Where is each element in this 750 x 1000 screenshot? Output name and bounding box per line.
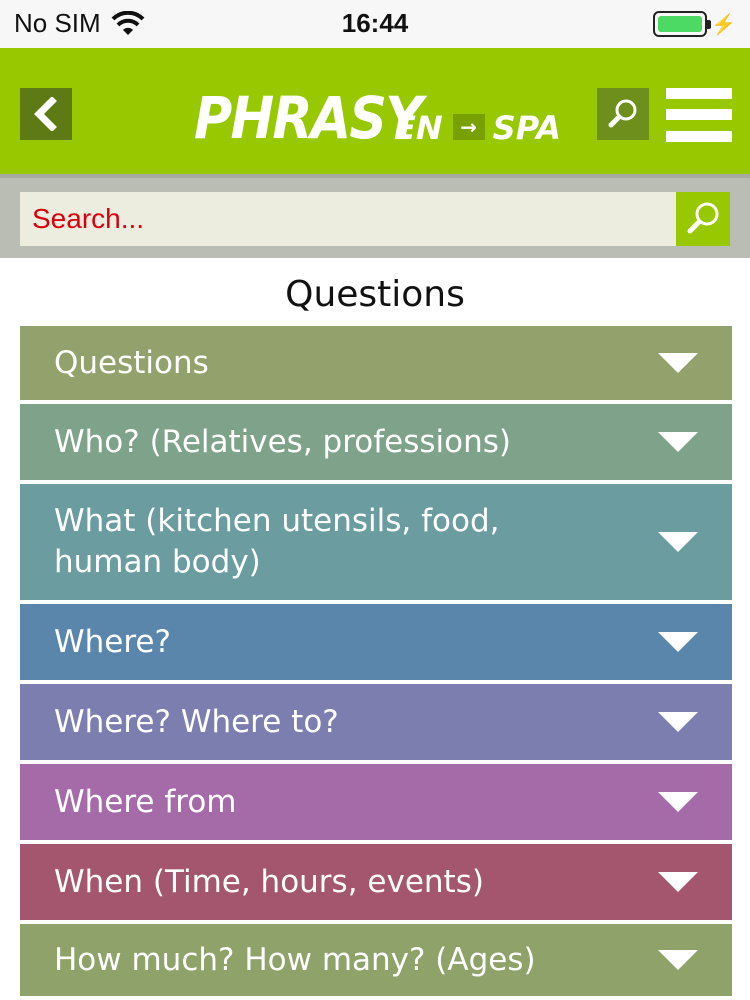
menu-button[interactable]: [666, 88, 732, 142]
category-item[interactable]: What (kitchen utensils, food, human body…: [20, 484, 732, 600]
category-item[interactable]: Where? Where to?: [20, 684, 732, 760]
category-item[interactable]: Questions: [20, 326, 732, 400]
menu-bar: [666, 88, 732, 99]
chevron-left-icon: [34, 97, 57, 131]
category-label: How much? How many? (Ages): [54, 941, 536, 978]
app-logo: PHRASY EN → SPA: [194, 80, 561, 150]
category-label: Who? (Relatives, professions): [54, 423, 512, 460]
category-label: What (kitchen utensils, food, human body…: [54, 503, 500, 580]
chevron-down-icon: [658, 632, 698, 652]
search-input[interactable]: [20, 192, 676, 246]
chevron-down-icon: [658, 353, 698, 373]
page-title: Questions: [285, 274, 465, 315]
chevron-down-icon: [658, 950, 698, 970]
battery-indicator: ⚡: [653, 11, 736, 37]
category-label: Where from: [54, 783, 237, 820]
chevron-down-icon: [658, 712, 698, 732]
search-icon: [608, 99, 637, 128]
category-label: When (Time, hours, events): [54, 863, 484, 900]
back-button[interactable]: [20, 88, 72, 140]
chevron-down-icon: [658, 792, 698, 812]
category-item[interactable]: When (Time, hours, events): [20, 844, 732, 920]
menu-bar: [666, 131, 732, 142]
logo-to-lang: SPA: [492, 109, 561, 147]
search-bar: [0, 174, 750, 258]
category-item[interactable]: Where from: [20, 764, 732, 840]
logo-arrow-icon: →: [452, 114, 485, 140]
category-list: Questions Who? (Relatives, professions) …: [20, 326, 732, 1000]
status-time: 16:44: [341, 8, 409, 38]
charging-icon: ⚡: [711, 13, 736, 36]
category-label: Questions: [54, 344, 209, 381]
menu-bar: [666, 109, 732, 120]
chevron-down-icon: [658, 872, 698, 892]
logo-main-text: PHRASY: [194, 84, 423, 152]
category-item[interactable]: Who? (Relatives, professions): [20, 404, 732, 480]
category-item[interactable]: How much? How many? (Ages): [20, 924, 732, 996]
search-icon: [687, 202, 719, 234]
chevron-down-icon: [658, 432, 698, 452]
app-header: PHRASY EN → SPA: [0, 48, 750, 174]
battery-icon: [653, 11, 712, 37]
header-search-button[interactable]: [597, 88, 649, 140]
category-label: Where? Where to?: [54, 703, 339, 740]
status-bar: No SIM 16:44 ⚡: [0, 0, 750, 48]
category-label: Where?: [54, 623, 171, 660]
chevron-down-icon: [658, 532, 698, 552]
search-submit-button[interactable]: [676, 192, 730, 246]
category-item[interactable]: Where?: [20, 604, 732, 680]
